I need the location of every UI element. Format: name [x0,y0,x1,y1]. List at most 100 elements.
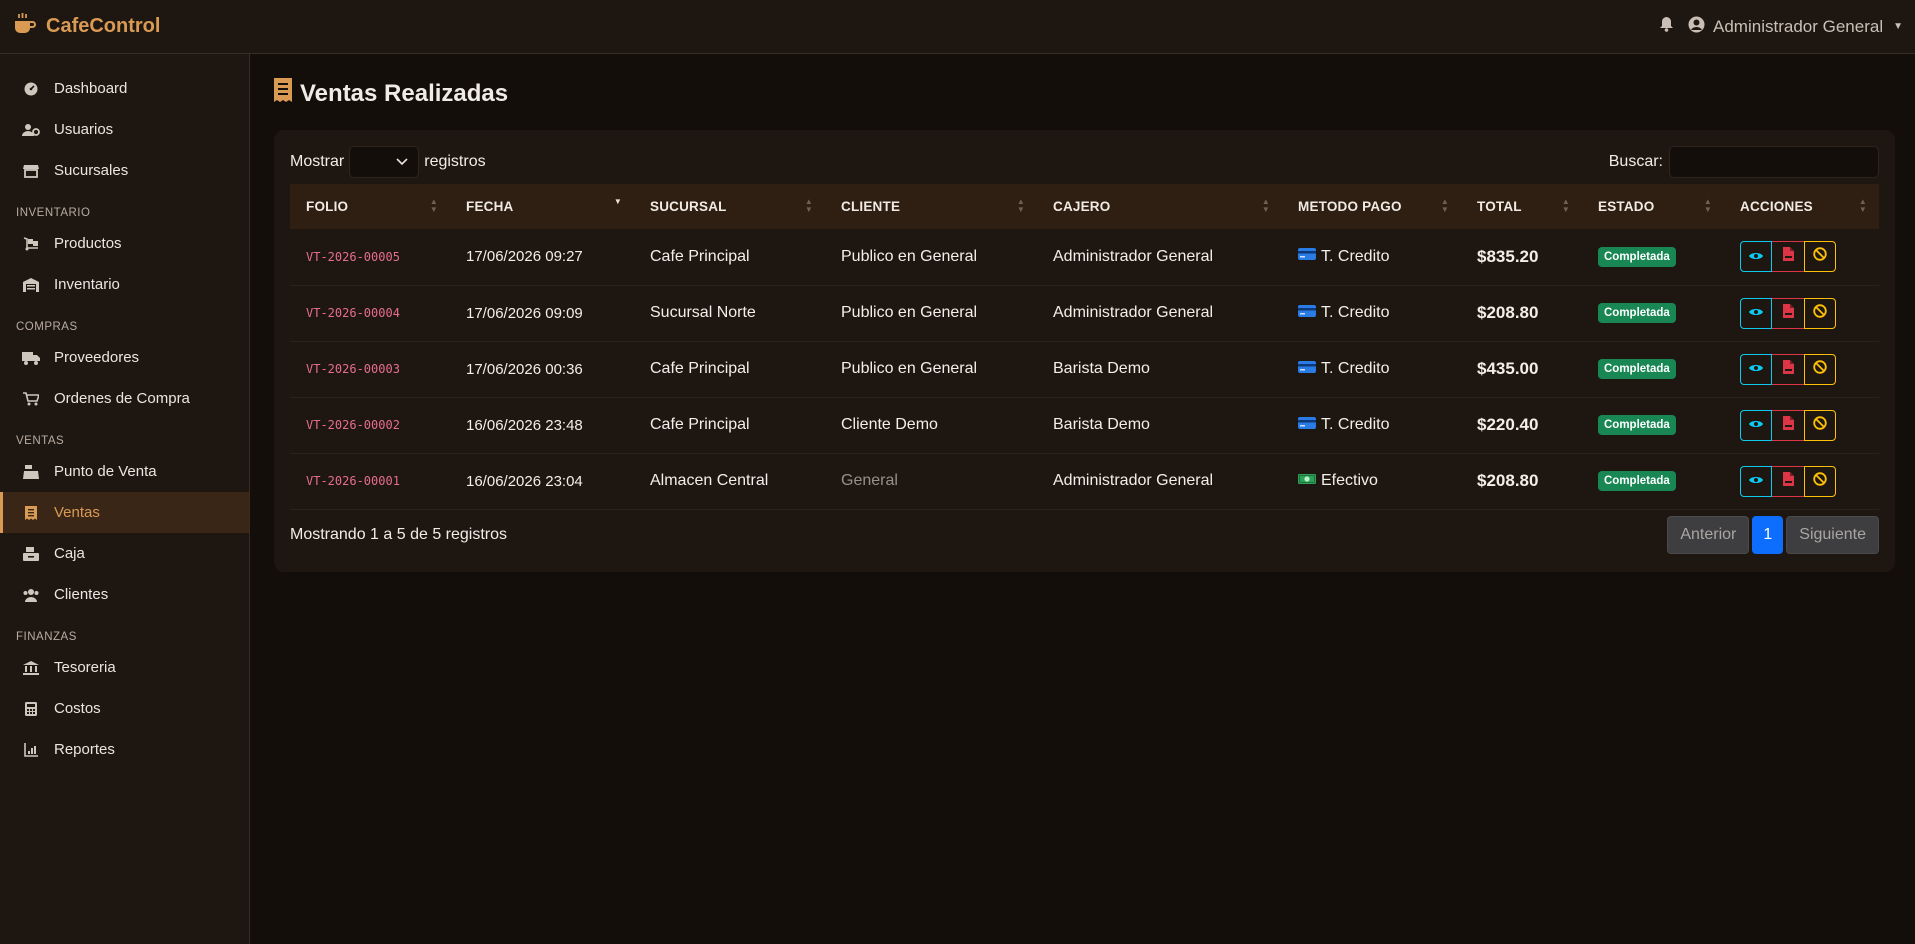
sidebar-item-caja[interactable]: Caja [0,533,249,574]
payment-method-label: T. Credito [1321,304,1390,321]
user-menu[interactable]: Administrador General ▼ [1688,16,1903,38]
sidebar-section-inventario: INVENTARIO [16,207,91,219]
page-title-text: Ventas Realizadas [300,79,509,107]
status-badge: Completada [1598,415,1676,435]
sidebar-section-compras: COMPRAS [16,321,78,333]
sidebar-item-costos[interactable]: Costos [0,688,249,729]
cancel-sale-button[interactable] [1804,353,1836,385]
length-label-prefix: Mostrar [290,153,345,170]
coffee-icon [12,12,38,41]
column-header-label: FOLIO [306,199,349,214]
search-input[interactable] [1669,146,1879,178]
sidebar-item-label: Productos [54,235,122,252]
sidebar-item-label: Punto de Venta [54,463,157,480]
brand-name: CafeControl [46,15,161,37]
column-header-label: ACCIONES [1740,199,1813,214]
sidebar-section-ventas: VENTAS [16,435,65,447]
sidebar-item-productos[interactable]: Productos [0,223,249,264]
bank-icon [22,660,40,676]
receipt-icon [22,505,40,521]
column-header-label: ESTADO [1598,199,1655,214]
payment-method-label: Efectivo [1321,472,1378,489]
brand[interactable]: CafeControl [12,12,160,41]
sidebar-item-inventario[interactable]: Inventario [0,264,249,305]
cell-metodo-pago: T. Credito [1282,341,1461,397]
column-header-metodo-pago[interactable]: METODO PAGO ▲ ▼ [1282,184,1461,229]
cell-cajero: Barista Demo [1053,360,1150,377]
sidebar-item-ordenes-de-compra[interactable]: Ordenes de Compra [0,378,249,419]
cancel-sale-button[interactable] [1804,297,1836,329]
sidebar-item-label: Inventario [54,276,120,293]
sidebar-item-usuarios[interactable]: Usuarios [0,109,249,150]
cancel-sale-button[interactable] [1804,465,1836,497]
cell-total: $835.20 [1477,246,1539,266]
sidebar-item-ventas[interactable]: Ventas [0,492,249,533]
user-circle-icon [1688,16,1705,38]
sort-icon: ▲ ▼ [1016,197,1025,214]
cell-acciones [1724,397,1879,453]
ban-icon [1813,247,1827,266]
payment-method-label: T. Credito [1321,360,1390,377]
pdf-button[interactable] [1772,353,1804,385]
view-button[interactable] [1740,297,1772,329]
cell-fecha: 17/06/2026 09:09 [466,304,583,322]
cell-sucursal: Cafe Principal [650,416,750,433]
column-header-cajero[interactable]: CAJERO ▲ ▼ [1037,184,1282,229]
previous-page-button[interactable]: Anterior [1667,516,1750,554]
sidebar-item-tesoreria[interactable]: Tesoreria [0,647,249,688]
sort-icon: ▲ ▼ [1561,197,1570,214]
sidebar-item-punto-de-venta[interactable]: Punto de Venta [0,451,249,492]
cell-acciones [1724,285,1879,341]
column-header-folio[interactable]: FOLIO ▲ ▼ [290,184,450,229]
cell-fecha: 16/06/2026 23:04 [466,472,583,490]
view-button[interactable] [1740,465,1772,497]
sidebar-item-sucursales[interactable]: Sucursales [0,150,249,191]
view-button[interactable] [1740,409,1772,441]
sidebar-item-label: Ventas [54,504,100,521]
pdf-button[interactable] [1772,465,1804,497]
pdf-button[interactable] [1772,241,1804,273]
pdf-button[interactable] [1772,409,1804,441]
sidebar-item-proveedores[interactable]: Proveedores [0,337,249,378]
cell-sucursal: Almacen Central [650,472,769,489]
view-button[interactable] [1740,353,1772,385]
column-header-acciones[interactable]: ACCIONES ▲ ▼ [1724,184,1879,229]
cell-sucursal: Sucursal Norte [650,304,756,321]
column-header-estado[interactable]: ESTADO ▲ ▼ [1582,184,1724,229]
column-header-fecha[interactable]: FECHA ▼ [450,184,634,229]
page-1-button[interactable]: 1 [1752,516,1784,554]
credit-card-icon [1298,247,1316,266]
sidebar-item-label: Tesoreria [54,659,116,676]
cancel-sale-button[interactable] [1804,409,1836,441]
page-length-select[interactable] [349,146,420,178]
table-header-row: FOLIO ▲ ▼ FECHA ▼ SUCURSAL ▲ ▼ CLIENTE ▲ ▼ CAJ… [290,184,1879,229]
status-badge: Completada [1598,471,1676,491]
cell-sucursal: Cafe Principal [650,247,750,265]
cancel-sale-button[interactable] [1804,241,1836,273]
sidebar-item-dashboard[interactable]: Dashboard [0,68,249,109]
status-badge: Completada [1598,246,1676,267]
sidebar-item-clientes[interactable]: Clientes [0,574,249,615]
sidebar-item-label: Ordenes de Compra [54,390,190,407]
column-header-cliente[interactable]: CLIENTE ▲ ▼ [825,184,1037,229]
eye-icon [1749,416,1763,434]
bell-icon[interactable] [1659,16,1674,37]
next-page-button[interactable]: Siguiente [1786,516,1879,554]
column-header-label: CLIENTE [841,199,901,214]
table-row: VT-2026-00003 17/06/2026 00:36 Cafe Prin… [290,341,1879,397]
sort-icon: ▲ ▼ [804,197,813,214]
cell-cliente: Publico en General [841,247,978,265]
cell-metodo-pago: T. Credito [1282,285,1461,341]
table-info: Mostrando 1 a 5 de 5 registros [290,526,508,543]
sidebar-item-reportes[interactable]: Reportes [0,729,249,770]
column-header-label: SUCURSAL [650,199,727,214]
cell-estado: Completada [1582,341,1724,397]
sort-desc-icon: ▼ [613,197,622,206]
payment-method-label: T. Credito [1321,247,1390,265]
column-header-total[interactable]: TOTAL ▲ ▼ [1461,184,1582,229]
cash-register-icon [22,464,40,480]
view-button[interactable] [1740,241,1772,273]
pdf-button[interactable] [1772,297,1804,329]
column-header-sucursal[interactable]: SUCURSAL ▲ ▼ [634,184,825,229]
column-header-label: TOTAL [1477,199,1522,214]
